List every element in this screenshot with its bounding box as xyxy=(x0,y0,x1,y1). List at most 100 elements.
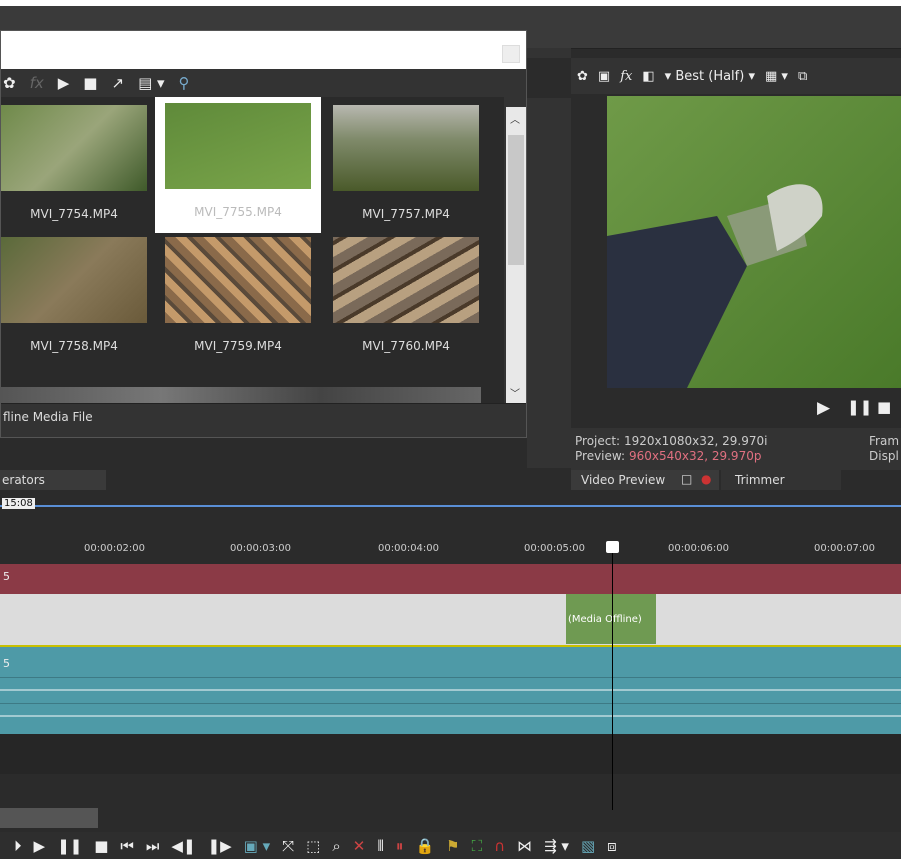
quality-dropdown[interactable]: ▾ Best (Half) ▾ xyxy=(665,69,755,84)
thumb-label: MVI_7755.MP4 xyxy=(194,205,282,219)
tab-generators[interactable]: erators xyxy=(0,470,106,490)
thumbnail-image xyxy=(333,237,479,323)
gear-icon[interactable]: ✿ xyxy=(577,69,588,84)
auto-preview-icon[interactable]: ↗ xyxy=(111,74,124,92)
thumbnail-image xyxy=(1,237,147,323)
loop-region-bar[interactable] xyxy=(0,505,901,507)
next-frame-icon[interactable]: ❚▶ xyxy=(208,837,232,855)
project-media-window: ✿ fx ▶ ■ ↗ ▤ ▾ ⚲ MVI_7754.MP4 MVI_7755.M… xyxy=(0,30,527,438)
go-to-start-icon[interactable]: ⏮ xyxy=(120,837,134,855)
ruler-tick: 00:00:02:00 xyxy=(84,543,146,554)
media-scrollbar[interactable]: ︿ ﹀ xyxy=(506,107,526,403)
pause-icon[interactable]: ❚❚ xyxy=(57,837,82,855)
search-icon[interactable]: ⚲ xyxy=(179,74,190,92)
empty-track-area[interactable] xyxy=(0,774,901,808)
ruler-tick: 00:00:03:00 xyxy=(230,543,292,554)
stop-icon[interactable]: ■ xyxy=(83,74,97,92)
playhead-handle[interactable] xyxy=(606,541,619,553)
thumbnail-row-partial xyxy=(1,387,481,403)
timeline-scrollbar[interactable] xyxy=(98,808,901,828)
preview-info-line: Preview: 960x540x32, 29.970p xyxy=(575,449,761,464)
media-thumb[interactable]: MVI_7759.MP4 xyxy=(155,229,321,367)
track-number: 5 xyxy=(3,570,10,583)
ruler-tick: 00:00:04:00 xyxy=(378,543,440,554)
lock-icon[interactable]: 🔒 xyxy=(415,837,434,855)
display-label: Displ xyxy=(869,449,899,463)
stop-icon[interactable]: ■ xyxy=(877,398,891,416)
external-monitor-icon[interactable]: ▣ xyxy=(598,69,610,84)
media-window-titlebar[interactable] xyxy=(1,31,526,69)
media-thumb[interactable]: MVI_7757.MP4 xyxy=(323,97,489,235)
tab-video-preview[interactable]: Video Preview □ ● xyxy=(571,470,719,490)
audio-waveform xyxy=(0,689,901,691)
tab-strip xyxy=(106,470,571,490)
gear-icon[interactable]: ✿ xyxy=(3,74,16,92)
timeline-scrollbar-thumb[interactable] xyxy=(0,808,98,828)
snapping-icon[interactable]: ∩ xyxy=(494,837,505,855)
track-divider xyxy=(0,703,901,704)
thumbnail-image xyxy=(165,237,311,323)
zoom-tool-icon[interactable]: ⌕ xyxy=(332,837,340,855)
media-thumbnail-grid: MVI_7754.MP4 MVI_7755.MP4 MVI_7757.MP4 M… xyxy=(1,97,504,403)
empty-track-area[interactable] xyxy=(0,734,901,774)
lock-envelopes-icon[interactable]: ▧ xyxy=(581,837,595,855)
audio-track[interactable]: 5 xyxy=(0,647,901,734)
close-icon[interactable] xyxy=(502,45,520,63)
ripple-icon[interactable]: ⇶ ▾ xyxy=(544,837,569,855)
cursor-time-display: 15:08 xyxy=(2,498,35,509)
media-thumb[interactable]: MVI_7760.MP4 xyxy=(323,229,489,367)
auto-crossfade-icon[interactable]: ⋈ xyxy=(517,837,532,855)
stop-icon[interactable]: ■ xyxy=(94,837,108,855)
delete-icon[interactable]: ✕ xyxy=(353,837,366,855)
go-to-end-icon[interactable]: ⏭ xyxy=(146,837,160,855)
scrollbar-thumb[interactable] xyxy=(508,135,524,265)
video-preview-frame xyxy=(607,96,901,388)
copy-snapshot-icon[interactable]: ⧉ xyxy=(798,69,807,84)
play-from-start-icon[interactable]: ⏵ xyxy=(14,837,22,855)
time-ruler[interactable]: 00:00:02:00 00:00:03:00 00:00:04:00 00:0… xyxy=(0,537,901,564)
quality-label: Best (Half) xyxy=(675,68,745,84)
ruler-tick: 00:00:06:00 xyxy=(668,543,730,554)
normal-edit-tool-icon[interactable]: ▣ ▾ xyxy=(244,837,270,855)
track-divider xyxy=(0,677,901,678)
thumbnail-image xyxy=(165,103,311,189)
play-icon[interactable]: ▶ xyxy=(58,74,70,92)
status-text: fline Media File xyxy=(3,410,93,424)
close-icon[interactable]: ● xyxy=(701,472,711,486)
ruler-tick: 00:00:05:00 xyxy=(524,543,586,554)
media-thumb-selected[interactable]: MVI_7755.MP4 xyxy=(155,97,321,233)
media-offline-clip[interactable]: (Media Offline) xyxy=(566,594,656,644)
ignore-grouping-icon[interactable]: ⧈ xyxy=(607,837,617,855)
envelope-tool-icon[interactable]: ⤧ xyxy=(282,837,294,855)
tab-trimmer[interactable]: Trimmer xyxy=(721,470,841,490)
region-icon[interactable]: ⛶ xyxy=(472,837,483,855)
audio-waveform xyxy=(0,715,901,717)
scroll-down-icon[interactable]: ﹀ xyxy=(510,385,520,400)
video-track-lane[interactable] xyxy=(0,594,901,647)
marker-icon[interactable]: ⚑ xyxy=(446,837,459,855)
media-thumb[interactable]: MVI_7754.MP4 xyxy=(1,97,157,235)
trim-icon[interactable]: ⦀ xyxy=(377,837,384,855)
grid-icon[interactable]: ▦ ▾ xyxy=(765,69,788,84)
tab-label: Trimmer xyxy=(735,473,785,487)
play-icon[interactable]: ▶ xyxy=(34,837,46,855)
scroll-up-icon[interactable]: ︿ xyxy=(510,111,520,126)
view-icon[interactable]: ▤ ▾ xyxy=(138,74,164,92)
media-thumb[interactable]: MVI_7758.MP4 xyxy=(1,229,157,367)
split-icon[interactable]: ⏸ xyxy=(396,837,404,855)
tab-label: erators xyxy=(2,473,45,487)
selection-tool-icon[interactable]: ⬚ xyxy=(306,837,320,855)
playhead-line[interactable] xyxy=(612,549,613,810)
fx-icon[interactable]: fx xyxy=(620,69,632,84)
video-track-header[interactable]: 5 xyxy=(0,564,901,594)
thumbnail-image xyxy=(333,105,479,191)
fx-icon[interactable]: fx xyxy=(30,74,44,92)
split-screen-icon[interactable]: ◧ xyxy=(642,69,654,84)
thumb-label: MVI_7757.MP4 xyxy=(362,207,450,221)
prev-frame-icon[interactable]: ◀❚ xyxy=(171,837,195,855)
window-icon[interactable]: □ xyxy=(681,472,692,486)
media-status-bar: fline Media File xyxy=(1,403,526,432)
pause-icon[interactable]: ❚❚ xyxy=(847,398,872,416)
play-icon[interactable]: ▶ xyxy=(817,398,830,418)
thumbnail-image xyxy=(1,105,147,191)
